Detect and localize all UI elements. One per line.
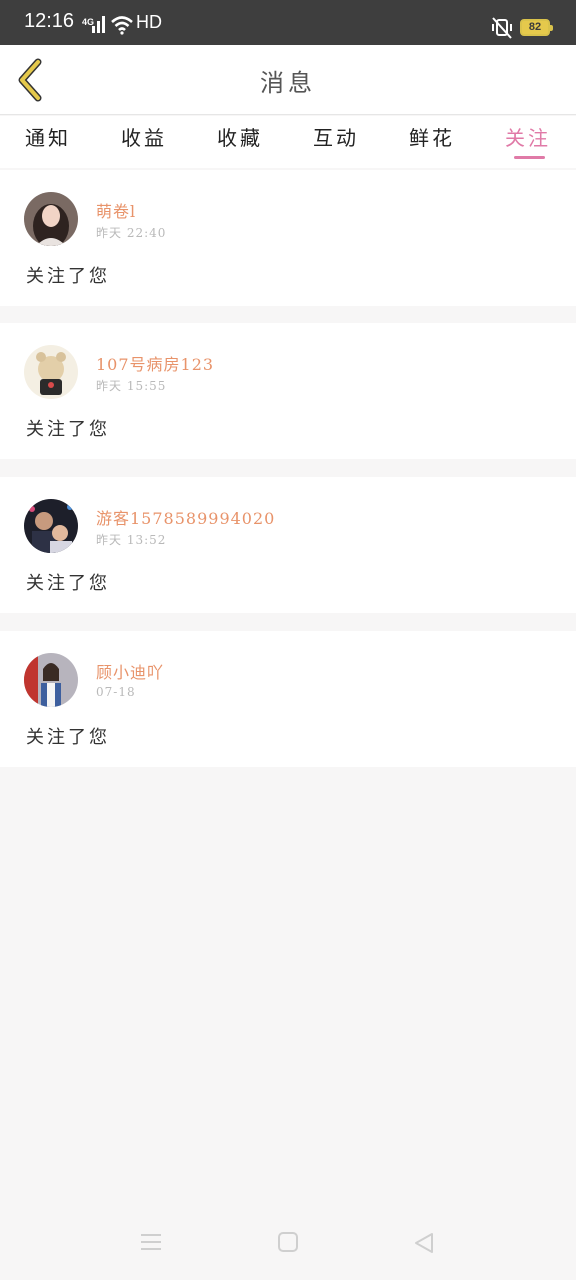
username[interactable]: 顾小迪吖 bbox=[96, 659, 164, 683]
message-text: 关注了您 bbox=[26, 573, 110, 594]
status-time: 12:16 bbox=[24, 10, 75, 32]
list-item[interactable]: 萌卷l 昨天 22:40 关注了您 bbox=[0, 170, 576, 306]
username[interactable]: 107号病房123 bbox=[96, 351, 214, 375]
tab-favorites[interactable]: 收藏 bbox=[192, 122, 288, 151]
hd-indicator: HD bbox=[136, 12, 162, 32]
page-title: 消息 bbox=[260, 69, 316, 97]
avatar[interactable] bbox=[24, 653, 78, 707]
status-bar: 12:16 4G HD 82 bbox=[0, 0, 576, 45]
home-square-icon[interactable] bbox=[278, 1232, 298, 1252]
system-nav-bar bbox=[0, 1210, 576, 1280]
tab-following[interactable]: 关注 bbox=[480, 122, 576, 151]
tab-bar: 通知 收益 收藏 互动 鲜花 关注 bbox=[0, 116, 576, 168]
tab-notify[interactable]: 通知 bbox=[0, 122, 96, 151]
active-tab-indicator bbox=[514, 156, 545, 159]
menu-icon[interactable] bbox=[140, 1232, 162, 1252]
vibrate-off-icon bbox=[492, 17, 512, 39]
username[interactable]: 游客1578589994020 bbox=[96, 505, 275, 529]
username[interactable]: 萌卷l bbox=[96, 198, 136, 222]
battery-indicator: 82 bbox=[520, 19, 553, 36]
timestamp: 07-18 bbox=[96, 685, 136, 699]
list-item[interactable]: 游客1578589994020 昨天 13:52 关注了您 bbox=[0, 477, 576, 613]
network-type: 4G bbox=[82, 17, 95, 27]
timestamp: 昨天 13:52 bbox=[96, 533, 167, 547]
timestamp: 昨天 15:55 bbox=[96, 379, 167, 393]
list-item[interactable]: 顾小迪吖 07-18 关注了您 bbox=[0, 631, 576, 767]
avatar[interactable] bbox=[24, 499, 78, 553]
message-text: 关注了您 bbox=[26, 727, 110, 748]
app-header: 消息 bbox=[0, 45, 576, 115]
message-text: 关注了您 bbox=[26, 266, 110, 287]
message-text: 关注了您 bbox=[26, 419, 110, 440]
back-triangle-icon[interactable] bbox=[414, 1232, 434, 1254]
list-item[interactable]: 107号病房123 昨天 15:55 关注了您 bbox=[0, 323, 576, 459]
avatar[interactable] bbox=[24, 192, 78, 246]
timestamp: 昨天 22:40 bbox=[96, 226, 167, 240]
wifi-icon bbox=[111, 16, 133, 35]
avatar[interactable] bbox=[24, 345, 78, 399]
tab-interactions[interactable]: 互动 bbox=[288, 122, 384, 151]
tab-earnings[interactable]: 收益 bbox=[96, 122, 192, 151]
tab-flowers[interactable]: 鲜花 bbox=[384, 122, 480, 151]
